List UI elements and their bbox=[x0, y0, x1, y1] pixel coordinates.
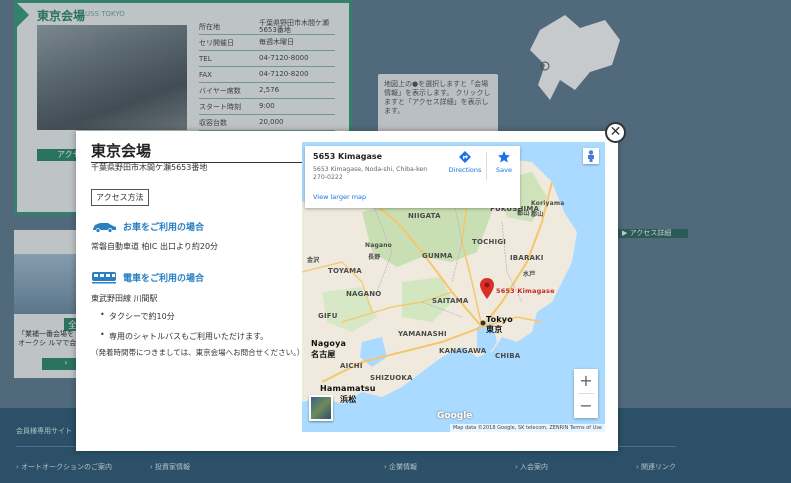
map-label-tokyo: Tokyo bbox=[486, 315, 513, 324]
map-label-saitama: SAITAMA bbox=[432, 297, 469, 305]
car-section-heading: お車をご利用の場合 bbox=[91, 220, 204, 233]
map-label-yamanashi: YAMANASHI bbox=[398, 330, 447, 338]
map-label-nagoya-jp: 名古屋 bbox=[311, 350, 336, 359]
train-station-text: 東武野田線 川間駅 bbox=[91, 294, 158, 303]
train-heading-label: 電車をご利用の場合 bbox=[123, 273, 205, 284]
close-icon: ✕ bbox=[609, 124, 622, 140]
satellite-toggle-button[interactable] bbox=[309, 395, 333, 421]
contact-note: （発着時間帯につきましては、東京会場へお問合せください。） bbox=[91, 348, 305, 357]
train-options-list: タクシーで約10分 専用のシャトルバスもご利用いただけます。 bbox=[100, 310, 268, 351]
car-heading-label: お車をご利用の場合 bbox=[123, 223, 205, 233]
info-window-separator bbox=[486, 152, 487, 180]
map-label-kanagawa: KANAGAWA bbox=[439, 347, 487, 355]
modal-title: 東京会場 bbox=[91, 140, 317, 163]
directions-button[interactable]: Directions bbox=[447, 150, 483, 174]
map-label-toyama: TOYAMA bbox=[328, 267, 362, 275]
google-map[interactable]: NIIGATA FUKUSHIMA Koriyama 郡山 TOCHIGI IB… bbox=[302, 142, 605, 432]
map-label-niigata: NIIGATA bbox=[408, 212, 441, 220]
train-icon bbox=[92, 272, 116, 284]
map-label-edge: 都山 bbox=[517, 210, 530, 217]
map-label-koriyama: Koriyama bbox=[531, 200, 565, 207]
pin-label: 5653 Kimagase bbox=[496, 287, 555, 295]
map-label-chiba: CHIBA bbox=[495, 352, 521, 360]
list-item: タクシーで約10分 bbox=[100, 310, 268, 322]
map-label-nagano-city-jp: 長野 bbox=[368, 254, 381, 261]
map-label-nagano-city: Nagano bbox=[365, 242, 393, 249]
modal-address: 千葉県野田市木間ケ瀬5653番地 bbox=[91, 163, 208, 172]
zoom-in-button[interactable]: + bbox=[574, 369, 598, 393]
map-label-koriyama-jp: 郡山 bbox=[531, 211, 544, 218]
map-label-nagoya: Nagoya bbox=[311, 339, 347, 348]
zoom-controls: + − bbox=[574, 369, 598, 418]
map-label-gifu: GIFU bbox=[318, 312, 338, 320]
map-label-tochigi: TOCHIGI bbox=[472, 238, 507, 246]
tokyo-dot-icon bbox=[480, 320, 486, 326]
zoom-out-button[interactable]: − bbox=[574, 394, 598, 418]
map-label-mito: 水戸 bbox=[523, 271, 536, 278]
train-section-heading: 電車をご利用の場合 bbox=[91, 270, 204, 284]
info-window-address: 5653 Kimagase, Noda-shi, Chiba-ken 270-0… bbox=[313, 166, 428, 181]
location-pin-icon[interactable] bbox=[480, 278, 494, 300]
directions-label: Directions bbox=[448, 166, 482, 174]
map-label-ibaraki: IBARAKI bbox=[510, 254, 544, 262]
list-item: 専用のシャトルバスもご利用いただけます。 bbox=[100, 330, 268, 342]
map-label-aichi: AICHI bbox=[340, 362, 363, 370]
pegman-icon bbox=[588, 150, 594, 162]
view-larger-map-link[interactable]: View larger map bbox=[313, 193, 366, 201]
info-window-title: 5653 Kimagase bbox=[313, 152, 383, 161]
map-label-gunma: GUNMA bbox=[422, 252, 453, 260]
map-label-kanazawa: 金沢 bbox=[307, 257, 320, 264]
close-button[interactable]: ✕ bbox=[605, 122, 626, 143]
car-icon bbox=[93, 222, 116, 233]
google-logo: Google bbox=[437, 411, 473, 421]
map-attribution[interactable]: Map data ©2018 Google, SK telecom, ZENRI… bbox=[449, 424, 605, 432]
directions-icon bbox=[459, 151, 471, 163]
map-label-tokyo-jp: 東京 bbox=[486, 325, 503, 334]
map-label-hamamatsu-jp: 浜松 bbox=[340, 395, 357, 404]
map-label-hamamatsu: Hamamatsu bbox=[320, 384, 376, 393]
map-label-shizuoka: SHIZUOKA bbox=[370, 374, 413, 382]
car-route-text: 常磐自動車道 柏IC 出口より約20分 bbox=[91, 242, 219, 251]
access-method-button[interactable]: アクセス方法 bbox=[91, 189, 149, 206]
save-button[interactable]: Save bbox=[490, 150, 518, 174]
save-label: Save bbox=[496, 166, 512, 174]
star-icon bbox=[498, 151, 510, 163]
access-modal: 東京会場 千葉県野田市木間ケ瀬5653番地 アクセス方法 お車をご利用の場合 常… bbox=[76, 131, 618, 451]
street-view-pegman-button[interactable] bbox=[583, 148, 599, 164]
map-info-window: 5653 Kimagase 5653 Kimagase, Noda-shi, C… bbox=[305, 146, 520, 208]
map-label-nagano-pref: NAGANO bbox=[346, 290, 382, 298]
